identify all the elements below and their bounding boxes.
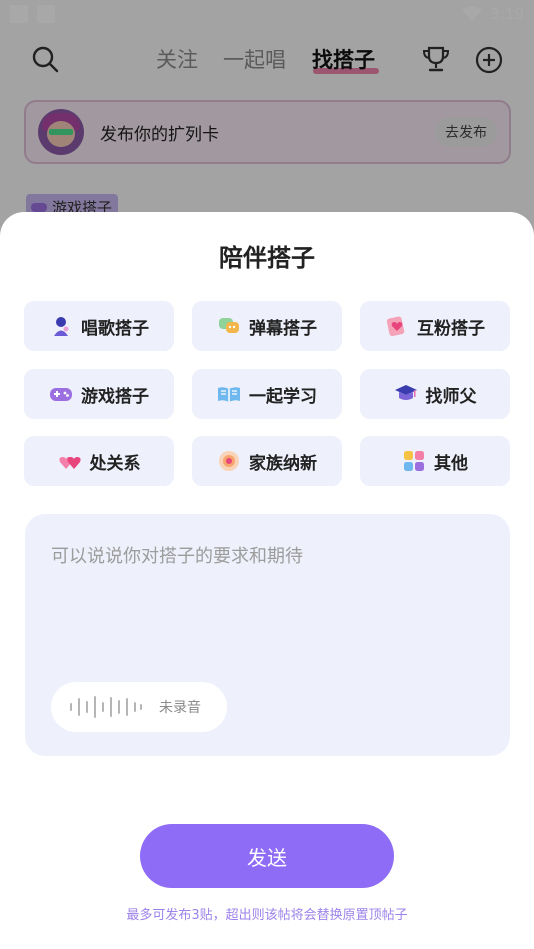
category-other[interactable]: 其他 — [360, 436, 510, 486]
screen: 3:19 关注 一起唱 找搭子 发布你的扩列卡 去发布 游戏搭子 陪伴搭子 唱歌… — [0, 0, 534, 949]
category-danmaku[interactable]: 弹幕搭子 — [192, 301, 342, 351]
singer-icon — [54, 317, 69, 336]
sheet-title: 陪伴搭子 — [219, 244, 315, 272]
heart-card-icon — [386, 316, 405, 337]
voice-record-button[interactable]: 未录音 — [51, 682, 227, 732]
requirements-input[interactable]: 可以说说你对搭子的要求和期待 未录音 — [25, 514, 510, 756]
category-mutual-follow[interactable]: 互粉搭子 — [360, 301, 510, 351]
send-button[interactable]: 发送 — [140, 824, 394, 888]
hearts-icon — [58, 457, 81, 469]
grid-apps-icon — [404, 451, 424, 471]
input-placeholder: 可以说说你对搭子的要求和期待 — [51, 546, 303, 567]
bottom-sheet: 陪伴搭子 唱歌搭子 弹幕搭子 互粉搭子 游戏搭子 一起学习 找师父 处关系 家族… — [0, 212, 534, 949]
category-find-mentor[interactable]: 找师父 — [360, 369, 510, 419]
category-singing[interactable]: 唱歌搭子 — [24, 301, 174, 351]
post-limit-hint: 最多可发布3贴，超出则该帖将会替换原置顶帖子 — [126, 908, 408, 923]
speech-bubble-icon — [219, 318, 239, 333]
category-family-recruit[interactable]: 家族纳新 — [192, 436, 342, 486]
record-status: 未录音 — [159, 700, 201, 716]
category-gaming[interactable]: 游戏搭子 — [24, 369, 174, 419]
gamepad-icon — [50, 388, 72, 401]
category-relationship[interactable]: 处关系 — [24, 436, 174, 486]
flower-icon — [219, 451, 239, 471]
book-icon — [218, 387, 240, 402]
graduation-cap-icon — [394, 385, 417, 400]
waveform-icon — [70, 696, 142, 718]
category-study-together[interactable]: 一起学习 — [192, 369, 342, 419]
